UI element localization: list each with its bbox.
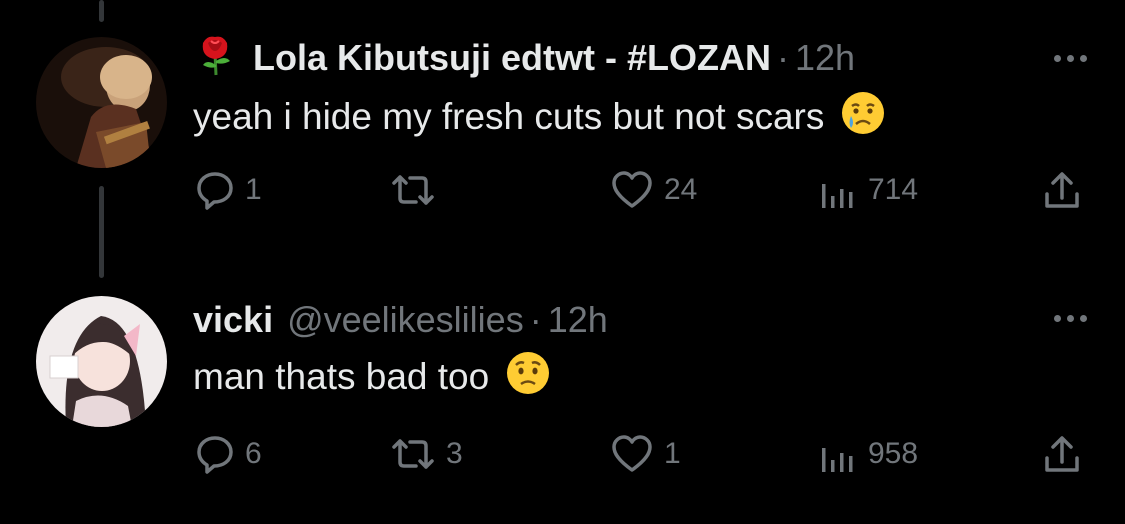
reply-count: 6 xyxy=(245,437,262,470)
more-options-button[interactable] xyxy=(1054,55,1087,62)
tweet-header: vicki @veelikeslilies · 12h xyxy=(193,296,608,344)
timestamp[interactable]: 12h xyxy=(548,299,608,341)
tweet-actions: 6 3 1 958 xyxy=(0,434,1125,478)
like-count: 24 xyxy=(664,173,698,206)
like-button[interactable]: 1 xyxy=(610,434,681,474)
reply-icon xyxy=(197,436,233,474)
retweet-icon xyxy=(392,175,434,205)
tweet-text: man thats bad too xyxy=(193,356,490,397)
like-count: 1 xyxy=(664,437,681,470)
tweet-2[interactable]: vicki @veelikeslilies · 12h man thats ba… xyxy=(0,280,1125,524)
view-count: 958 xyxy=(868,437,919,470)
views-chart-icon xyxy=(822,448,853,472)
tweet-1[interactable]: Lola Kibutsuji edtwt - #LOZAN · 12h yeah… xyxy=(0,0,1125,260)
avatar[interactable] xyxy=(36,296,167,427)
view-count: 714 xyxy=(868,173,919,206)
share-icon xyxy=(1045,172,1079,208)
share-icon xyxy=(1045,436,1079,472)
retweet-button[interactable] xyxy=(390,170,446,210)
worried-face-emoji-icon xyxy=(505,350,551,405)
reply-icon xyxy=(197,172,233,210)
separator-dot: · xyxy=(776,37,789,78)
reply-button[interactable]: 6 xyxy=(195,434,262,474)
tweet-text-container: yeah i hide my fresh cuts but not scars xyxy=(193,90,886,145)
retweet-button[interactable]: 3 xyxy=(390,434,463,474)
share-button[interactable] xyxy=(1042,434,1082,474)
views-chart-icon xyxy=(822,184,853,208)
rose-emoji-icon xyxy=(193,31,239,86)
like-button[interactable]: 24 xyxy=(610,170,697,210)
reply-button[interactable]: 1 xyxy=(195,170,262,210)
crying-face-emoji-icon xyxy=(840,90,886,145)
more-options-button[interactable] xyxy=(1054,315,1087,322)
retweet-count: 3 xyxy=(446,437,463,470)
views-button[interactable]: 958 xyxy=(818,434,918,474)
share-button[interactable] xyxy=(1042,170,1082,210)
retweet-icon xyxy=(392,439,434,469)
views-button[interactable]: 714 xyxy=(818,170,918,210)
tweet-actions: 1 24 714 xyxy=(0,170,1125,214)
display-name[interactable]: vicki xyxy=(193,299,273,341)
tweet-text: yeah i hide my fresh cuts but not scars xyxy=(193,96,825,137)
reply-count: 1 xyxy=(245,173,262,206)
tweet-text-container: man thats bad too xyxy=(193,350,551,405)
tweet-header: Lola Kibutsuji edtwt - #LOZAN · 12h xyxy=(193,36,855,80)
separator-dot: · xyxy=(529,299,542,340)
timestamp[interactable]: 12h xyxy=(795,37,855,79)
display-name[interactable]: Lola Kibutsuji edtwt - #LOZAN xyxy=(253,37,771,79)
avatar[interactable] xyxy=(36,37,167,168)
user-handle[interactable]: @veelikeslilies xyxy=(287,299,524,341)
heart-icon xyxy=(612,171,652,208)
heart-icon xyxy=(612,435,652,472)
